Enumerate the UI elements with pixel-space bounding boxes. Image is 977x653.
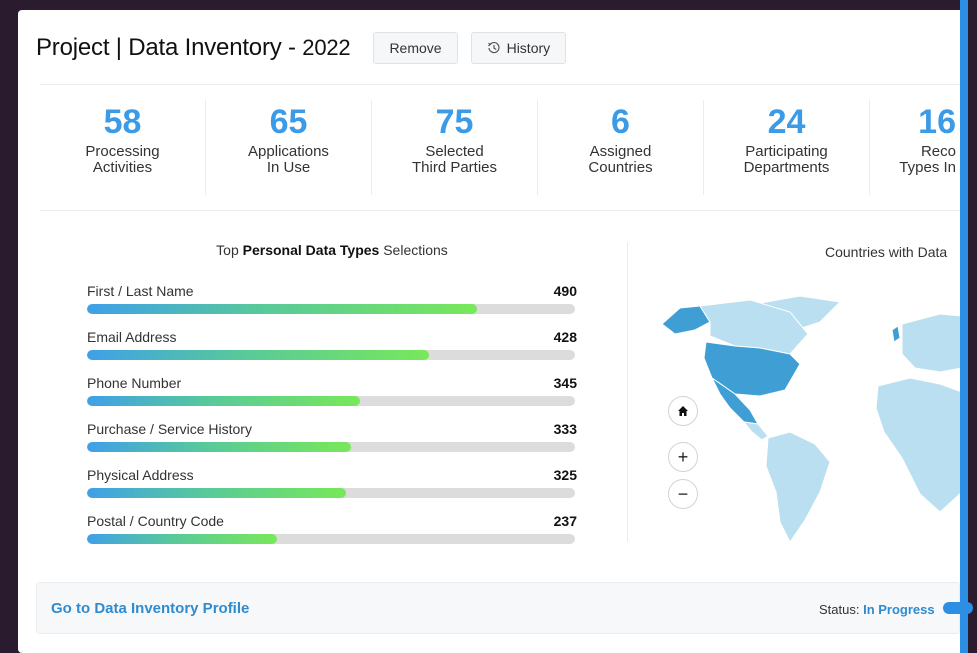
- map-zoom-out-button[interactable]: −: [668, 479, 698, 509]
- page-title: Project | Data Inventory - 2022: [36, 34, 351, 61]
- stat-label: Applications In Use: [248, 143, 329, 176]
- personal-data-label: Purchase / Service History: [87, 421, 252, 437]
- progress-track: [87, 534, 575, 544]
- personal-data-row: Postal / Country Code 237: [87, 513, 577, 559]
- progress-fill: [87, 396, 361, 406]
- country-south-america: [765, 431, 831, 543]
- stat-departments[interactable]: 24 Participating Departments: [704, 100, 870, 195]
- countries-map-panel: Countries with Data + −: [640, 242, 962, 562]
- plus-icon: +: [677, 446, 689, 467]
- personal-data-count: 237: [553, 513, 577, 529]
- country-europe: [901, 313, 962, 373]
- stat-value: 65: [269, 103, 308, 141]
- data-inventory-profile-link[interactable]: Go to Data Inventory Profile: [51, 600, 249, 617]
- personal-data-types-panel: Top Personal Data Types Selections First…: [87, 242, 577, 559]
- progress-track: [87, 442, 575, 452]
- map-zoom-in-button[interactable]: +: [668, 442, 698, 472]
- map-countries: [661, 295, 962, 543]
- progress-track: [87, 396, 575, 406]
- home-icon: [677, 405, 689, 417]
- progress-track: [87, 488, 575, 498]
- status-value: In Progress: [863, 602, 935, 617]
- progress-fill: [87, 442, 351, 452]
- stat-label: Assigned Countries: [588, 143, 653, 176]
- progress-fill: [87, 534, 278, 544]
- right-edge-accent: [960, 0, 968, 653]
- remove-button-label: Remove: [389, 40, 442, 56]
- personal-data-row: Email Address 428: [87, 329, 577, 375]
- history-button-label: History: [506, 40, 551, 56]
- country-central-america: [742, 421, 769, 441]
- personal-data-label: Physical Address: [87, 467, 194, 483]
- stats-divider: [40, 210, 960, 211]
- progress-fill: [87, 350, 429, 360]
- panel-divider: [627, 242, 628, 542]
- personal-data-count: 345: [553, 375, 577, 391]
- personal-data-count: 333: [553, 421, 577, 437]
- stat-value: 6: [611, 103, 630, 141]
- personal-data-title: Top Personal Data Types Selections: [216, 242, 448, 258]
- status-toggle[interactable]: [943, 602, 973, 614]
- personal-data-list: First / Last Name 490 Email Address 428 Phon…: [87, 283, 577, 559]
- footer-bar: Go to Data Inventory Profile Status: In …: [36, 582, 973, 634]
- personal-data-label: Phone Number: [87, 375, 182, 391]
- stat-label: Reco Types In: [899, 143, 956, 176]
- country-uk: [891, 325, 901, 343]
- personal-data-label: Email Address: [87, 329, 177, 345]
- remove-button[interactable]: Remove: [373, 32, 458, 64]
- progress-track: [87, 350, 575, 360]
- personal-data-row: Physical Address 325: [87, 467, 577, 513]
- map-title: Countries with Data: [825, 244, 948, 260]
- stat-value: 58: [103, 103, 142, 141]
- personal-data-row: Purchase / Service History 333: [87, 421, 577, 467]
- page-header: Project | Data Inventory - 2022 Remove H…: [36, 32, 567, 64]
- stat-applications[interactable]: 65 Applications In Use: [206, 100, 372, 195]
- personal-data-label: Postal / Country Code: [87, 513, 224, 529]
- country-africa: [875, 377, 962, 513]
- stat-label: Selected Third Parties: [411, 143, 498, 176]
- status-text: Status: In Progress: [819, 602, 935, 617]
- header-divider: [40, 84, 960, 85]
- stat-record-types[interactable]: 16 Reco Types In: [870, 100, 956, 195]
- personal-data-count: 490: [553, 283, 577, 299]
- personal-data-label: First / Last Name: [87, 283, 194, 299]
- personal-data-row: Phone Number 345: [87, 375, 577, 421]
- stat-value: 75: [435, 103, 474, 141]
- history-button[interactable]: History: [470, 32, 567, 64]
- stats-bar: 58 Processing Activities 65 Applications I…: [40, 100, 977, 195]
- stat-processing-activities[interactable]: 58 Processing Activities: [40, 100, 206, 195]
- stat-label: Participating Departments: [743, 143, 830, 176]
- stat-third-parties[interactable]: 75 Selected Third Parties: [372, 100, 538, 195]
- stat-value: 16: [918, 103, 956, 141]
- personal-data-count: 428: [553, 329, 577, 345]
- stat-value: 24: [767, 103, 806, 141]
- stat-label: Processing Activities: [85, 143, 160, 176]
- history-icon: [487, 41, 501, 55]
- personal-data-row: First / Last Name 490: [87, 283, 577, 329]
- progress-fill: [87, 488, 346, 498]
- minus-icon: −: [677, 483, 689, 504]
- map-home-button[interactable]: [668, 396, 698, 426]
- progress-track: [87, 304, 575, 314]
- stat-countries[interactable]: 6 Assigned Countries: [538, 100, 704, 195]
- progress-fill: [87, 304, 478, 314]
- personal-data-count: 325: [553, 467, 577, 483]
- page-title-year: 2022: [302, 35, 351, 60]
